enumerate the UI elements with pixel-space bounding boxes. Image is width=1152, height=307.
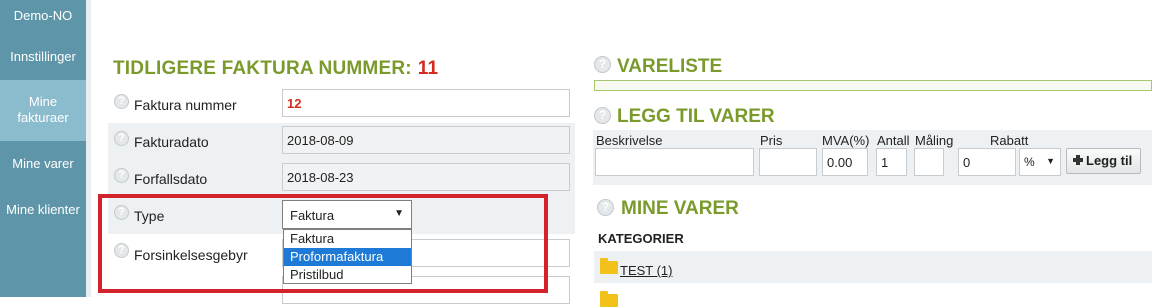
sidebar-item-label: Innstillinger bbox=[10, 49, 76, 64]
sidebar-item-label: Mine fakturaer bbox=[17, 94, 69, 125]
discount-label: Rabatt bbox=[990, 133, 1029, 148]
due-date-label: Forfallsdato bbox=[134, 171, 208, 187]
vareliste-title: VARELISTE bbox=[617, 56, 723, 77]
my-items-title: MINE VARER bbox=[621, 198, 739, 219]
vat-input[interactable]: 0.00 bbox=[822, 148, 868, 176]
invoice-date-label: Fakturadato bbox=[134, 134, 209, 150]
discount-input[interactable]: 0 bbox=[958, 148, 1016, 176]
sidebar-item-my-invoices[interactable]: Mine fakturaer bbox=[0, 80, 86, 141]
folder-icon bbox=[600, 291, 618, 307]
sidebar-item-label: Demo-NO bbox=[13, 8, 73, 23]
sidebar: Demo-NO Innstillinger Mine fakturaer Min… bbox=[0, 0, 86, 297]
due-date-field[interactable]: 2018-08-23 bbox=[282, 163, 570, 191]
highlight-box bbox=[98, 194, 548, 293]
plus-icon bbox=[1073, 155, 1083, 165]
help-icon[interactable]: ? bbox=[597, 199, 614, 216]
help-icon[interactable]: ? bbox=[594, 56, 611, 73]
unit-label: Måling bbox=[915, 133, 954, 148]
invoice-number-field[interactable]: 12 bbox=[282, 89, 570, 117]
help-icon[interactable]: ? bbox=[114, 168, 129, 183]
invoice-number-label: Faktura nummer bbox=[134, 97, 237, 113]
qty-label: Antall bbox=[877, 133, 910, 148]
help-icon[interactable]: ? bbox=[594, 107, 611, 124]
sidebar-item-label: Mine klienter bbox=[6, 202, 80, 217]
previous-invoice-title: TIDLIGERE FAKTURA NUMMER: 11 bbox=[113, 58, 438, 80]
sidebar-item-label: Mine varer bbox=[12, 156, 74, 171]
discount-unit-select[interactable]: % ▼ bbox=[1019, 148, 1061, 176]
qty-input[interactable]: 1 bbox=[876, 148, 907, 176]
help-icon[interactable]: ? bbox=[114, 131, 129, 146]
add-items-title: LEGG TIL VARER bbox=[617, 106, 775, 127]
previous-invoice-number: 11 bbox=[417, 58, 439, 79]
sidebar-edge bbox=[86, 0, 91, 297]
description-label: Beskrivelse bbox=[596, 133, 663, 148]
sidebar-item-my-items[interactable]: Mine varer bbox=[0, 156, 86, 172]
category-row bbox=[594, 251, 1152, 283]
sidebar-item-settings[interactable]: Innstillinger bbox=[0, 49, 86, 65]
add-item-button-label: Legg til bbox=[1086, 153, 1133, 168]
invoice-date-field[interactable]: 2018-08-09 bbox=[282, 126, 570, 154]
previous-invoice-label: TIDLIGERE FAKTURA NUMMER: bbox=[113, 58, 412, 79]
sidebar-item-demo-no[interactable]: Demo-NO bbox=[0, 8, 86, 24]
help-icon[interactable]: ? bbox=[114, 94, 129, 109]
vat-label: MVA(%) bbox=[822, 133, 870, 148]
price-input[interactable] bbox=[759, 148, 817, 176]
vareliste-list bbox=[594, 80, 1152, 91]
sidebar-item-my-clients[interactable]: Mine klienter bbox=[0, 202, 86, 218]
add-item-button[interactable]: Legg til bbox=[1066, 148, 1141, 174]
category-link-test[interactable]: TEST (1) bbox=[620, 263, 673, 278]
price-label: Pris bbox=[760, 133, 783, 148]
folder-icon bbox=[600, 258, 618, 274]
categories-label: KATEGORIER bbox=[598, 231, 684, 246]
description-input[interactable] bbox=[595, 148, 754, 176]
chevron-down-icon: ▼ bbox=[1046, 156, 1055, 166]
discount-unit-value: % bbox=[1024, 155, 1035, 169]
unit-input[interactable] bbox=[914, 148, 944, 176]
